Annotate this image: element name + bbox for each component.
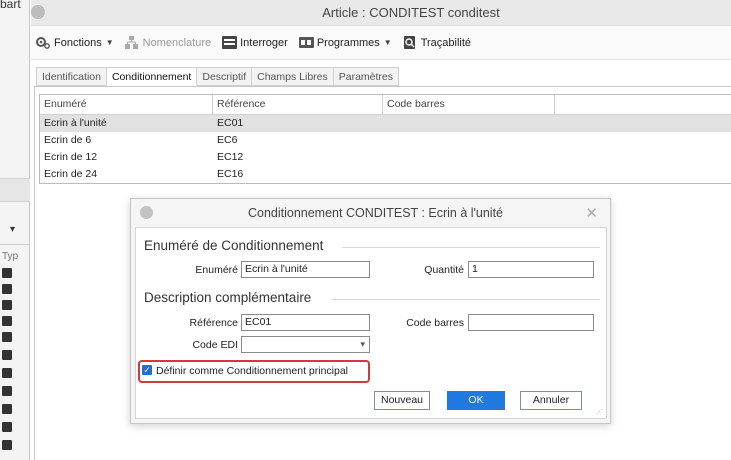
cell-enumere: Ecrin à l'unité [44,117,107,129]
annuler-button[interactable]: Annuler [520,391,582,410]
gears-icon [35,35,50,50]
tab-parametres[interactable]: Paramètres [333,67,400,86]
column-header-enumere[interactable]: Enuméré [40,95,213,114]
tab-bar: Identification Conditionnement Descripti… [36,67,400,86]
tab-conditionnement[interactable]: Conditionnement [106,67,198,86]
tab-identification[interactable]: Identification [36,67,107,86]
conditionnement-table: Enuméré Référence Code barres Ecrin à l'… [39,94,731,184]
toolbar: Fonctions ▼ Nomenclature Interroger Prog… [31,26,731,60]
window-titlebar[interactable]: Article : CONDITEST conditest [31,0,731,26]
item-icon [2,350,12,360]
nouveau-button[interactable]: Nouveau [374,391,430,410]
cell-enumere: Ecrin de 12 [44,151,98,163]
quantite-label: Quantité [424,264,464,276]
ok-button[interactable]: OK [447,391,505,410]
code-barres-field[interactable] [468,314,594,331]
dialog-titlebar[interactable]: Conditionnement CONDITEST : Ecrin à l'un… [131,199,610,227]
chevron-down-icon: ▼ [105,38,114,47]
tab-descriptif[interactable]: Descriptif [197,67,253,86]
column-header-reference[interactable]: Référence [213,95,383,114]
conditionnement-dialog: Conditionnement CONDITEST : Ecrin à l'un… [130,198,611,424]
code-edi-select[interactable]: ▾ [241,336,370,353]
cell-code-barres [383,149,555,166]
background-band [0,178,30,202]
toolbar-interroger[interactable]: Interroger [221,35,288,50]
code-edi-label: Code EDI [192,339,238,351]
enumere-label: Enuméré [195,264,238,276]
dialog-body: Enuméré de Conditionnement Enuméré Ecrin… [135,227,607,419]
programs-icon [298,35,314,50]
quantite-field[interactable]: 1 [468,261,594,278]
section-description-complementaire: Description complémentaire [144,290,312,305]
dialog-title: Conditionnement CONDITEST : Ecrin à l'un… [247,206,504,220]
toolbar-nomenclature[interactable]: Nomenclature [124,35,211,50]
toolbar-fonctions[interactable]: Fonctions ▼ [35,35,114,50]
close-icon[interactable]: ✕ [585,204,598,222]
table-header: Enuméré Référence Code barres [40,95,731,115]
traceability-icon [402,35,417,50]
query-icon [221,35,238,50]
background-column-label: Typ [2,251,19,262]
cell-enumere: Ecrin de 6 [44,134,92,146]
chevron-down-icon: ▼ [383,38,392,47]
table-row[interactable]: Ecrin de 12 EC12 [40,149,731,166]
item-icon [2,422,12,432]
background-text: bart [0,0,21,11]
cell-reference: EC6 [217,134,238,146]
reference-field[interactable]: EC01 [241,314,370,331]
toolbar-programmes[interactable]: Programmes ▼ [298,35,392,50]
item-icon [2,404,12,414]
cell-code-barres [383,115,555,132]
code-barres-label: Code barres [406,317,464,329]
column-header-code-barres[interactable]: Code barres [383,95,555,114]
table-row[interactable]: Ecrin de 24 EC16 [40,166,731,183]
item-icon [2,368,12,378]
cell-code-barres [383,132,555,149]
principal-checkbox-highlight: ✓ Définir comme Conditionnement principa… [138,360,370,383]
cell-enumere: Ecrin de 24 [44,168,98,180]
structure-icon [124,35,139,50]
tab-champs-libres[interactable]: Champs Libres [252,67,334,86]
background-panel: bart ▾ Typ [0,0,30,460]
chevron-down-icon: ▾ [360,339,365,349]
column-header-empty [555,95,731,114]
item-icon [2,300,12,310]
principal-checkbox-label[interactable]: Définir comme Conditionnement principal [156,365,348,377]
section-enumere-conditionnement: Enuméré de Conditionnement [144,238,324,253]
table-row[interactable]: Ecrin de 6 EC6 [40,132,731,149]
item-icon [2,386,12,396]
toolbar-tracabilite[interactable]: Traçabilité [402,35,471,50]
item-icon [2,316,12,326]
table-row[interactable]: Ecrin à l'unité EC01 [40,115,731,132]
cell-reference: EC16 [217,168,244,180]
item-icon [2,332,12,342]
principal-checkbox[interactable]: ✓ [142,365,152,375]
cell-reference: EC12 [217,151,244,163]
window-title: Article : CONDITEST conditest [322,5,500,20]
cell-reference: EC01 [217,117,244,129]
cell-code-barres [383,166,555,183]
enumere-field[interactable]: Ecrin à l'unité [241,261,370,278]
resize-grip-icon[interactable]: ⋰ [596,408,603,416]
item-icon [2,440,12,450]
item-icon [2,268,12,278]
item-icon [2,284,12,294]
reference-label: Référence [189,317,238,329]
chevron-down-icon[interactable]: ▾ [10,224,15,235]
